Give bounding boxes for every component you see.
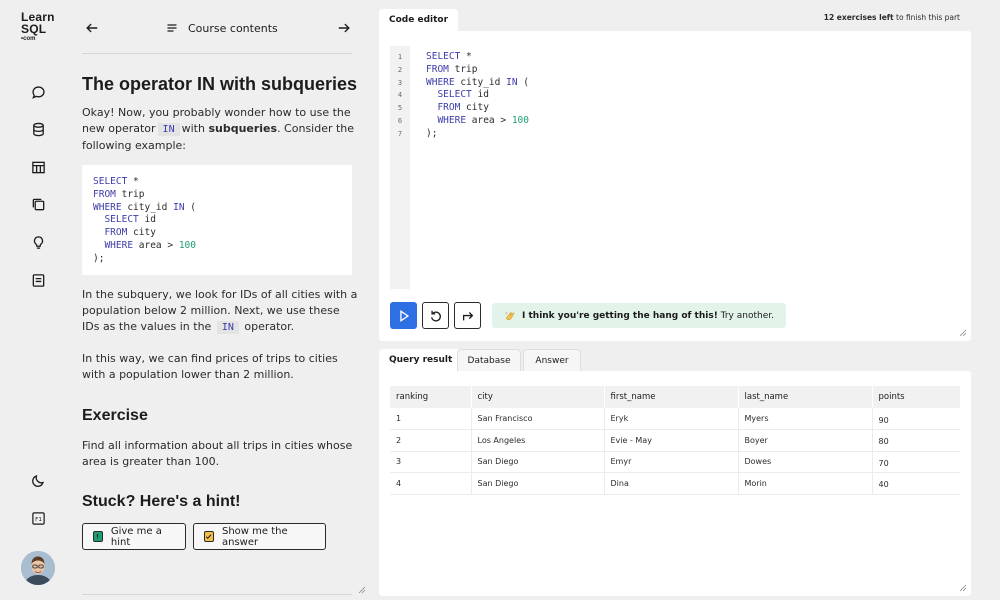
line-number: 2 xyxy=(397,65,403,74)
table-cell: 80 xyxy=(872,429,960,452)
give-hint-button[interactable]: Give me a hint xyxy=(82,523,186,550)
lesson-intro: Okay! Now, you probably wonder how to us… xyxy=(82,106,355,152)
chat-icon[interactable] xyxy=(26,80,50,104)
code-editor[interactable]: 1 2 3 4 5 6 7 SELECT * FROM trip WHERE city_id… xyxy=(390,46,950,289)
tab-database[interactable]: Database xyxy=(457,349,521,371)
line-number: 6 xyxy=(397,116,403,125)
example-code-block: SELECT * FROM trip WHERE city_id IN ( SE… xyxy=(82,165,352,275)
run-button[interactable] xyxy=(390,302,417,329)
table-cell: Dowes xyxy=(738,451,873,473)
table-cell: 90 xyxy=(872,408,960,430)
line-number-gutter: 1 2 3 4 5 6 7 xyxy=(390,46,410,289)
table-cell: San Francisco xyxy=(471,408,605,430)
table-row: 2 Los Angeles Evie - May Boyer 80 xyxy=(390,429,960,452)
table-row: 4 San Diego Dina Morin 40 xyxy=(390,472,960,495)
side-rail: Learn SQL •com F1 xyxy=(0,0,64,600)
column-header-city[interactable]: city xyxy=(471,386,605,408)
tab-answer[interactable]: Answer xyxy=(523,349,581,371)
column-header-last_name[interactable]: last_name xyxy=(738,386,873,408)
course-contents-button[interactable]: Course contents xyxy=(166,17,278,39)
line-number: 1 xyxy=(397,53,403,61)
line-number: 3 xyxy=(397,78,403,87)
editor-code[interactable]: SELECT * FROM trip WHERE city_id IN ( SE… xyxy=(426,51,529,141)
avatar[interactable] xyxy=(21,551,55,585)
table-cell: Los Angeles xyxy=(471,429,605,452)
lightbulb-icon[interactable] xyxy=(26,230,50,254)
table-cell: 40 xyxy=(872,472,960,495)
table-cell: 1 xyxy=(390,408,472,430)
moon-icon[interactable] xyxy=(26,468,50,492)
database-icon[interactable] xyxy=(26,117,50,141)
table-icon[interactable] xyxy=(26,155,50,179)
query-result-panel: ranking city first_name last_name points 1 Sa… xyxy=(379,371,971,596)
f1-icon[interactable]: F1 xyxy=(26,506,50,530)
course-contents-label: Course contents xyxy=(188,21,278,35)
lesson-paragraph-3: In this way, we can find prices of trips… xyxy=(82,352,338,381)
lesson-paragraph-2: In the subquery, we look for IDs of all … xyxy=(82,288,358,334)
notes-icon[interactable] xyxy=(26,268,50,292)
table-cell: Dina xyxy=(604,472,739,495)
learnsql-logo[interactable]: Learn SQL •com xyxy=(21,11,61,42)
table-cell: 2 xyxy=(390,429,472,452)
result-table: ranking city first_name last_name points 1 Sa… xyxy=(390,386,960,495)
table-row: 1 San Francisco Eryk Myers 90 xyxy=(390,408,960,430)
resize-handle-icon[interactable] xyxy=(358,586,366,594)
exercise-heading: Exercise xyxy=(82,407,148,424)
tab-code-editor[interactable]: Code editor xyxy=(379,9,459,31)
inline-keyword: IN xyxy=(216,321,239,334)
table-cell: Myers xyxy=(738,408,873,430)
tab-query-result[interactable]: Query result xyxy=(379,349,463,371)
clapping-hands-icon xyxy=(505,311,515,320)
table-cell: Evie - May xyxy=(604,429,739,452)
exercises-left-note: 12 exercises left to finish this part xyxy=(823,13,960,22)
line-number: 4 xyxy=(397,91,403,100)
hint-icon xyxy=(93,531,103,542)
table-cell: Eryk xyxy=(604,408,739,430)
column-header-ranking[interactable]: ranking xyxy=(390,386,472,408)
show-answer-button[interactable]: Show me the answer xyxy=(193,523,326,550)
line-number: 5 xyxy=(397,104,403,113)
table-cell: Morin xyxy=(738,472,873,495)
undo-icon xyxy=(430,310,441,321)
column-header-first_name[interactable]: first_name xyxy=(604,386,739,408)
lesson-divider xyxy=(82,594,352,595)
table-header: ranking city first_name last_name points xyxy=(390,386,960,408)
play-icon xyxy=(399,309,409,322)
table-cell: San Diego xyxy=(471,472,605,495)
table-body: 1 San Francisco Eryk Myers 90 2 Los Angeles Evi… xyxy=(390,408,960,495)
example-code: SELECT * FROM trip WHERE city_id IN ( SE… xyxy=(93,176,196,264)
code-editor-panel: 1 2 3 4 5 6 7 SELECT * FROM trip WHERE city_id… xyxy=(379,31,971,341)
column-header-points[interactable]: points xyxy=(872,386,960,408)
resize-handle-icon[interactable] xyxy=(959,329,967,337)
back-arrow-icon[interactable] xyxy=(81,17,103,39)
line-number: 7 xyxy=(397,129,403,138)
feedback-message: I think you're getting the hang of this!… xyxy=(492,303,786,328)
check-icon xyxy=(204,531,214,542)
table-cell: Boyer xyxy=(738,429,873,452)
hint-heading: Stuck? Here's a hint! xyxy=(82,493,241,510)
svg-text:F1: F1 xyxy=(35,517,42,523)
lesson-header: Course contents xyxy=(82,14,352,54)
resize-handle-icon[interactable] xyxy=(959,584,967,592)
exercise-text: Find all information about all trips in … xyxy=(82,439,353,468)
table-cell: 3 xyxy=(390,451,472,473)
lesson-title: The operator IN with subqueries xyxy=(82,74,358,94)
table-cell: San Diego xyxy=(471,451,605,473)
next-exercise-button[interactable] xyxy=(454,302,481,329)
forward-arrow-icon[interactable] xyxy=(333,17,355,39)
table-row: 3 San Diego Emyr Dowes 70 xyxy=(390,451,960,473)
copy-icon[interactable] xyxy=(26,192,50,216)
table-cell: 4 xyxy=(390,472,472,495)
table-cell: 70 xyxy=(872,451,960,473)
lesson-panel: Course contents The operator IN with sub… xyxy=(64,0,370,600)
redirect-icon xyxy=(462,311,473,320)
reset-button[interactable] xyxy=(422,302,449,329)
menu-icon xyxy=(167,24,177,32)
inline-keyword: IN xyxy=(157,123,180,136)
table-cell: Emyr xyxy=(604,451,739,473)
